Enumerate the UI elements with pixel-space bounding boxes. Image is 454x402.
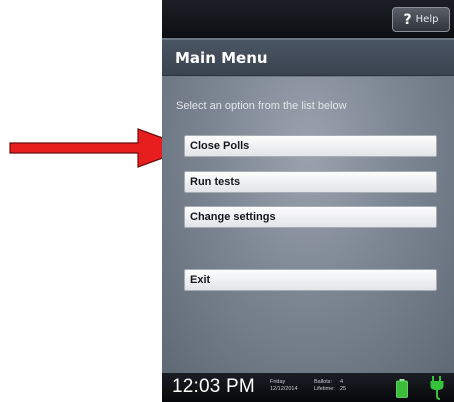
battery-icon [396,379,408,398]
clock: 12:03 PM [172,376,255,397]
day-label: Friday [270,379,286,385]
top-bar: ? Help [162,0,454,38]
help-label: Help [415,14,439,25]
power-plug-icon [430,376,444,400]
status-bar: 12:03 PM Friday 12/12/2014 Ballots: Life… [162,373,454,402]
instruction-text: Select an option from the list below [176,100,347,112]
date-label: 12/12/2014 [270,386,298,392]
change-settings-button[interactable]: Change settings [184,206,437,228]
screenshot: ? Help Main Menu Select an option from t… [0,0,454,402]
title-bar: Main Menu [162,40,454,76]
help-icon: ? [403,11,412,28]
menu-panel: Select an option from the list below Clo… [162,77,454,373]
ballot-counts: 4 25 [340,379,346,393]
lifetime-count: 25 [340,386,347,392]
exit-button[interactable]: Exit [184,269,437,291]
close-polls-button[interactable]: Close Polls [184,135,437,157]
run-tests-button[interactable]: Run tests [184,171,437,193]
device-screen: ? Help Main Menu Select an option from t… [162,0,454,402]
ballot-labels: Ballots: Lifetime: [314,379,335,393]
ballots-label: Ballots: [314,379,333,385]
ballots-count: 4 [340,379,344,385]
page-title: Main Menu [175,48,268,67]
date-block: Friday 12/12/2014 [270,379,298,393]
help-button[interactable]: ? Help [392,7,450,32]
lifetime-label: Lifetime: [314,386,335,392]
